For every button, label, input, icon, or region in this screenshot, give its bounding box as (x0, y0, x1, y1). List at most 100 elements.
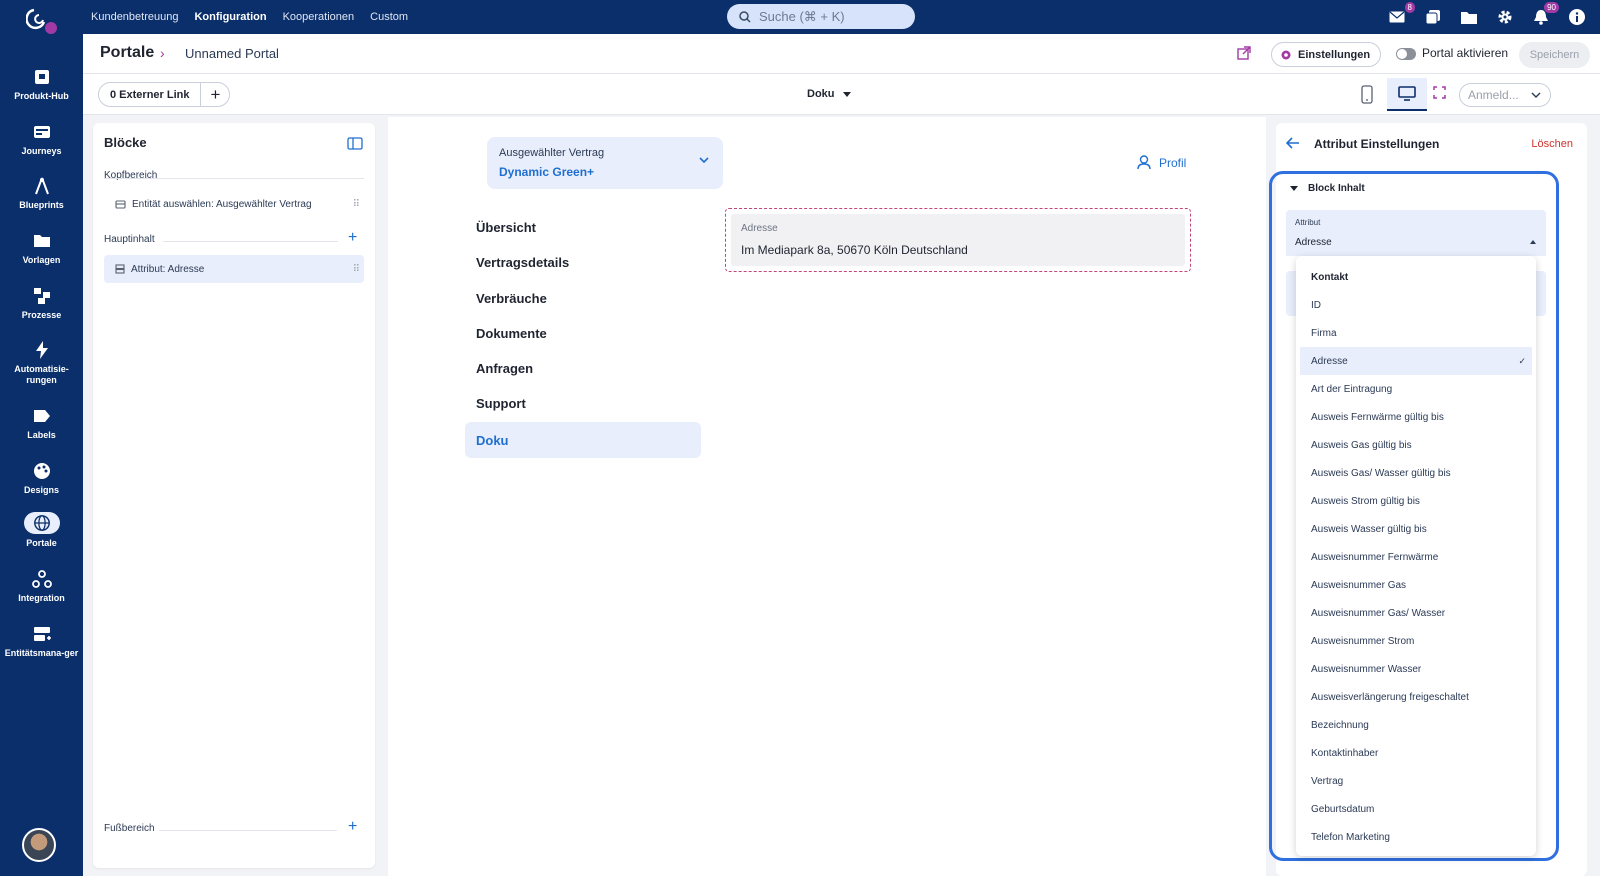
external-link-icon[interactable] (1237, 46, 1251, 60)
top-nav: Kundenbetreuung Konfiguration Kooperatio… (91, 0, 408, 34)
option-art-der-eintragung[interactable]: Art der Eintragung (1300, 375, 1532, 403)
page-select[interactable]: Doku (807, 88, 851, 100)
gear-icon[interactable] (1496, 8, 1514, 26)
mobile-icon[interactable] (1361, 85, 1373, 104)
option-label: Ausweisnummer Gas (1311, 579, 1407, 591)
attribute-select[interactable]: Attribut Adresse (1286, 210, 1546, 256)
menu-item-doku[interactable]: Doku (465, 422, 701, 458)
info-icon[interactable] (1568, 8, 1586, 26)
option-ausweis-gas-wasser[interactable]: Ausweis Gas/ Wasser gültig bis (1300, 459, 1532, 487)
block-entity-select[interactable]: Entität auswählen: Ausgewählter Vertrag … (104, 190, 364, 218)
portal-active-toggle[interactable] (1396, 48, 1416, 60)
option-id[interactable]: ID (1300, 291, 1532, 319)
option-geburtsdatum[interactable]: Geburtsdatum (1300, 795, 1532, 823)
sidebar-item-integration[interactable]: Integration (0, 569, 83, 604)
portal-preview: Ausgewählter Vertrag Dynamic Green+ Prof… (388, 117, 1266, 876)
option-ausweisnummer-strom[interactable]: Ausweisnummer Strom (1300, 627, 1532, 655)
option-adresse[interactable]: Adresse ✓ (1300, 347, 1532, 375)
avatar[interactable] (22, 828, 56, 862)
app-logo[interactable] (26, 6, 62, 34)
arrow-left-icon[interactable] (1286, 137, 1300, 149)
sidebar-item-entitaetsmanager[interactable]: Entitätsmana-ger (0, 624, 83, 659)
option-ausweisnummer-gas[interactable]: Ausweisnummer Gas (1300, 571, 1532, 599)
sidebar-toggle-icon[interactable] (347, 137, 363, 150)
caret-down-icon (1290, 186, 1298, 191)
desktop-view-button[interactable] (1387, 78, 1427, 111)
breadcrumb[interactable]: Unnamed Portal (185, 46, 279, 61)
sidebar-item-labels[interactable]: Labels (0, 406, 83, 441)
sidebar-item-blueprints[interactable]: Blueprints (0, 176, 83, 211)
option-label: Ausweisnummer Strom (1311, 635, 1415, 647)
option-label: Ausweis Strom gültig bis (1311, 495, 1420, 507)
option-label: Adresse (1311, 355, 1348, 367)
sidebar-item-prozesse[interactable]: Prozesse (0, 286, 83, 321)
page-title[interactable]: Portale (100, 44, 154, 62)
menu-item-anfragen[interactable]: Anfragen (465, 350, 701, 386)
option-label: Vertrag (1311, 775, 1344, 787)
sidebar-item-portale[interactable]: Portale (0, 512, 83, 549)
menu-item-vertragsdetails[interactable]: Vertragsdetails (465, 244, 701, 280)
option-label: Ausweis Gas gültig bis (1311, 439, 1412, 451)
address-value: Im Mediapark 8a, 50670 Köln Deutschland (741, 243, 968, 257)
option-ausweisverlaengerung[interactable]: Ausweisverlängerung freigeschaltet (1300, 683, 1532, 711)
nav-konfiguration[interactable]: Konfiguration (194, 11, 266, 23)
user-icon (1137, 155, 1151, 170)
drag-handle-icon[interactable]: ⠿ (353, 264, 360, 275)
toolbar: 0 Externer Link + Doku Anmeld... (83, 74, 1600, 115)
nav-custom[interactable]: Custom (370, 11, 408, 23)
add-main-block-button[interactable]: + (348, 229, 357, 247)
bolt-icon (35, 341, 48, 359)
sidebar-item-designs[interactable]: Designs (0, 461, 83, 496)
settings-button[interactable]: Einstellungen (1271, 42, 1382, 67)
option-kontaktinhaber[interactable]: Kontaktinhaber (1300, 739, 1532, 767)
menu-item-support[interactable]: Support (465, 385, 701, 421)
option-ausweisnummer-gas-wasser[interactable]: Ausweisnummer Gas/ Wasser (1300, 599, 1532, 627)
search-input[interactable]: Suche (⌘ + K) (727, 4, 915, 29)
option-vertrag[interactable]: Vertrag (1300, 767, 1532, 795)
login-select[interactable]: Anmeld... (1459, 83, 1551, 107)
contract-select[interactable]: Ausgewählter Vertrag Dynamic Green+ (487, 137, 723, 189)
option-ausweis-fernwaerme[interactable]: Ausweis Fernwärme gültig bis (1300, 403, 1532, 431)
bell-icon[interactable]: 90 (1532, 2, 1559, 26)
drag-handle-icon[interactable]: ⠿ (353, 199, 360, 210)
block-attribut-adresse[interactable]: Attribut: Adresse ⠿ (104, 255, 364, 283)
main-area: Portale › Unnamed Portal Einstellungen P… (83, 34, 1600, 876)
option-ausweisnummer-wasser[interactable]: Ausweisnummer Wasser (1300, 655, 1532, 683)
folder-icon[interactable] (1460, 8, 1478, 26)
option-telefon-marketing[interactable]: Telefon Marketing (1300, 823, 1532, 851)
option-ausweis-gas[interactable]: Ausweis Gas gültig bis (1300, 431, 1532, 459)
profile-link[interactable]: Profil (1137, 155, 1186, 170)
option-firma[interactable]: Firma (1300, 319, 1532, 347)
menu-item-uebersicht[interactable]: Übersicht (465, 209, 701, 245)
copy-icon[interactable] (1424, 8, 1442, 26)
fullscreen-icon[interactable] (1433, 86, 1446, 99)
external-link-button[interactable]: 0 Externer Link (99, 83, 202, 106)
sidebar-item-produkt-hub[interactable]: Produkt-Hub (0, 67, 83, 102)
option-label: Art der Eintragung (1311, 383, 1393, 395)
divider (159, 830, 337, 831)
add-link-button[interactable]: + (201, 83, 229, 106)
attribute-settings-panel: Attribut Einstellungen Löschen Block Inh… (1269, 123, 1587, 876)
add-footer-block-button[interactable]: + (348, 818, 357, 836)
option-ausweisnummer-fernwaerme[interactable]: Ausweisnummer Fernwärme (1300, 543, 1532, 571)
sidebar-item-vorlagen[interactable]: Vorlagen (0, 231, 83, 266)
sidebar-item-label: Automatisie-rungen (14, 364, 69, 385)
option-bezeichnung[interactable]: Bezeichnung (1300, 711, 1532, 739)
address-field: Adresse Im Mediapark 8a, 50670 Köln Deut… (731, 214, 1185, 266)
sidebar-item-journeys[interactable]: Journeys (0, 122, 83, 157)
nav-kooperationen[interactable]: Kooperationen (283, 11, 355, 23)
option-ausweis-wasser[interactable]: Ausweis Wasser gültig bis (1300, 515, 1532, 543)
menu-item-verbraeuche[interactable]: Verbräuche (465, 280, 701, 316)
sidebar-item-automatisierungen[interactable]: Automatisie-rungen (0, 340, 83, 386)
nav-kundenbetreuung[interactable]: Kundenbetreuung (91, 11, 178, 23)
address-block[interactable]: Adresse Im Mediapark 8a, 50670 Köln Deut… (725, 208, 1191, 272)
block-content-toggle[interactable]: Block Inhalt (1290, 183, 1365, 194)
delete-button[interactable]: Löschen (1531, 138, 1573, 150)
gear-icon (1281, 50, 1291, 59)
menu-item-dokumente[interactable]: Dokumente (465, 315, 701, 351)
option-label: Ausweisnummer Wasser (1311, 663, 1422, 675)
contract-select-value: Dynamic Green+ (499, 165, 595, 179)
save-button[interactable]: Speichern (1519, 42, 1590, 68)
option-ausweis-strom[interactable]: Ausweis Strom gültig bis (1300, 487, 1532, 515)
mail-icon[interactable]: 8 (1388, 2, 1415, 26)
